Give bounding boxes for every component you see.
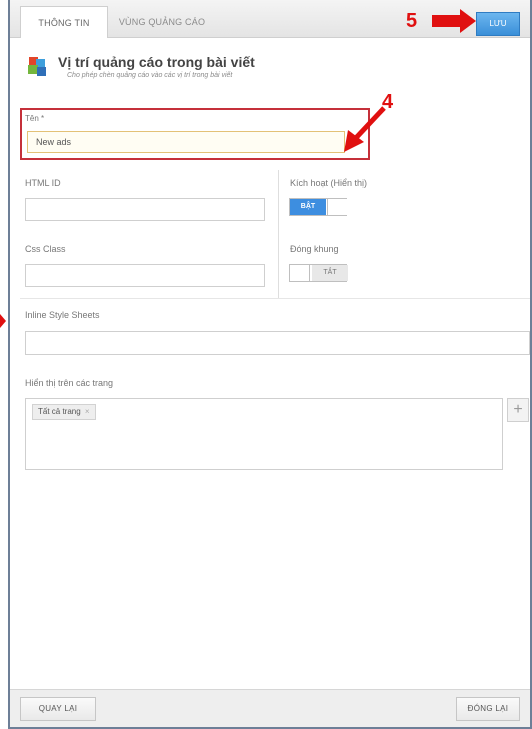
inline-style-input[interactable]: [25, 331, 530, 355]
inline-style-label: Inline Style Sheets: [25, 310, 100, 320]
html-id-input[interactable]: [25, 198, 265, 221]
name-input[interactable]: [27, 131, 345, 153]
close-button[interactable]: ĐÓNG LẠI: [456, 697, 520, 721]
page-tag-label: Tất cả trang: [38, 407, 81, 416]
annotation-arrow-5-head: [460, 9, 476, 33]
annotation-marker-5: 5: [406, 10, 418, 32]
tab-bar: THÔNG TIN VÙNG QUẢNG CÁO 5 LƯU: [10, 0, 530, 38]
toggle-knob: [290, 265, 310, 281]
tab-ad-zones[interactable]: VÙNG QUẢNG CÁO: [110, 6, 214, 38]
active-label: Kích hoạt (Hiển thị): [290, 178, 368, 188]
page-tag[interactable]: Tất cả trang ×: [32, 404, 96, 420]
pages-tag-input[interactable]: Tất cả trang ×: [25, 398, 503, 470]
section-divider: [20, 298, 530, 299]
css-class-label: Css Class: [25, 244, 66, 254]
save-button[interactable]: LƯU: [476, 12, 520, 36]
active-toggle[interactable]: BẬT: [289, 198, 347, 216]
pages-label: Hiển thị trên các trang: [25, 378, 114, 388]
css-class-input[interactable]: [25, 264, 265, 287]
settings-dialog: THÔNG TIN VÙNG QUẢNG CÁO 5 LƯU Vị trí qu…: [8, 0, 532, 729]
add-page-button[interactable]: +: [507, 398, 529, 422]
plus-icon: +: [513, 401, 523, 418]
column-divider: [278, 170, 279, 298]
back-button[interactable]: QUAY LẠI: [20, 697, 96, 721]
toggle-knob: [327, 199, 347, 215]
cubes-icon: [28, 57, 46, 76]
annotation-left-arrow: [0, 314, 6, 328]
dialog-footer: QUAY LẠI ĐÓNG LẠI: [10, 689, 530, 727]
html-id-label: HTML ID: [25, 178, 61, 188]
tab-info[interactable]: THÔNG TIN: [20, 6, 108, 38]
page-subtitle: Cho phép chèn quảng cáo vào các vị trí t…: [67, 72, 233, 79]
page-title: Vị trí quảng cáo trong bài viết: [58, 54, 255, 70]
name-label: Tên *: [25, 114, 45, 123]
frame-toggle-state: TẮT: [312, 265, 348, 281]
active-toggle-state: BẬT: [290, 199, 326, 215]
annotation-arrow-5-shaft: [432, 15, 462, 27]
frame-toggle[interactable]: TẮT: [289, 264, 348, 282]
annotation-arrow-4: [344, 106, 386, 152]
tag-remove-icon[interactable]: ×: [85, 407, 90, 416]
frame-label: Đóng khung: [290, 244, 339, 254]
